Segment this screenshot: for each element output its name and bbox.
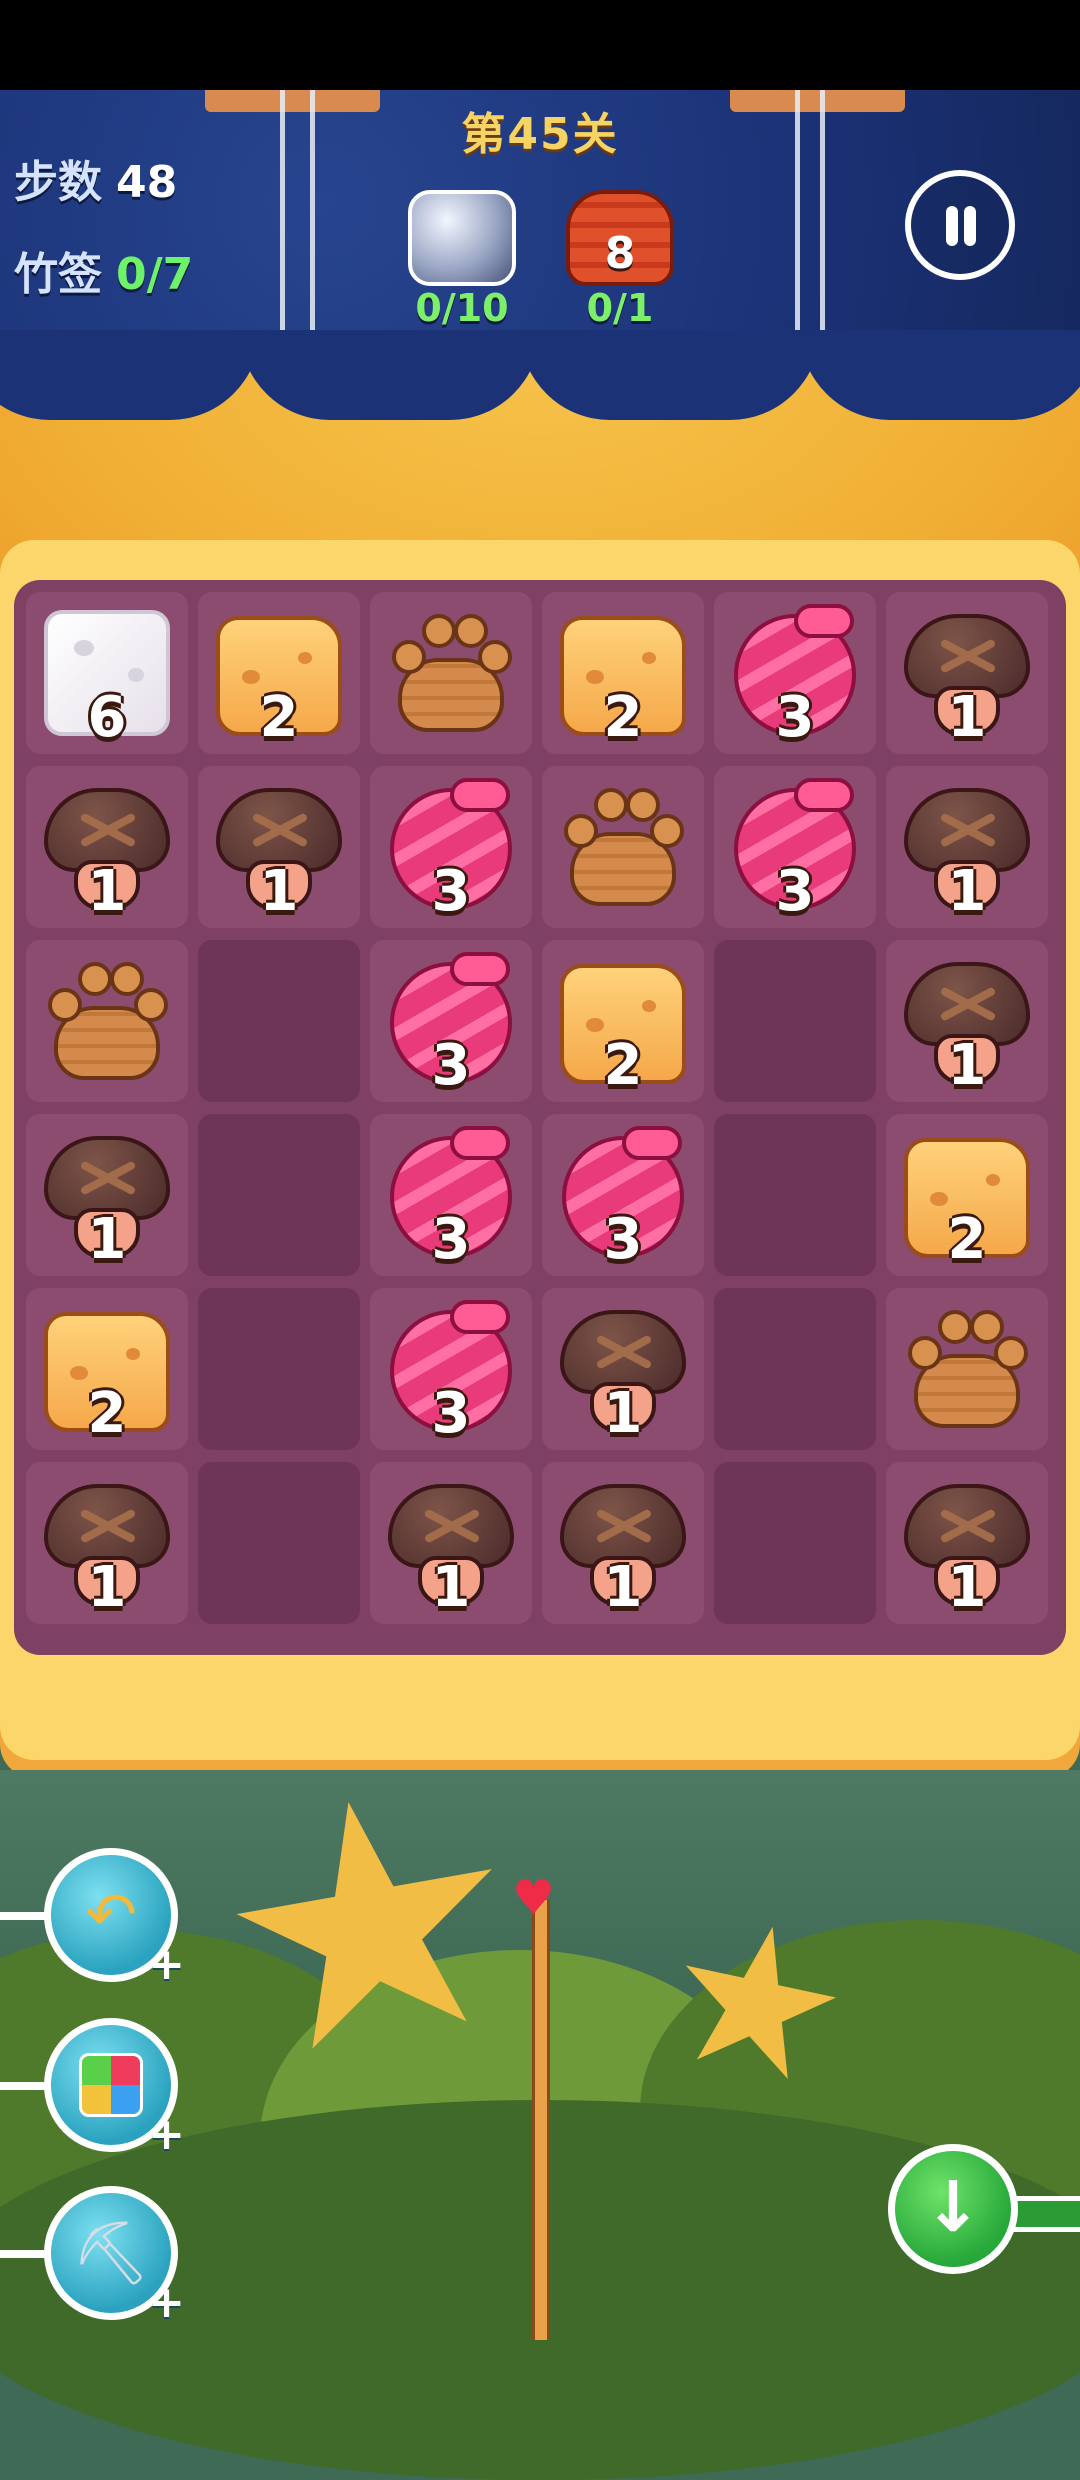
tile-number: 2: [947, 1207, 987, 1272]
status-bar: [0, 0, 1080, 90]
board-cell[interactable]: 1: [26, 766, 188, 928]
board-cell[interactable]: 1: [542, 1288, 704, 1450]
ice-ball-icon: [408, 190, 516, 286]
undo-arrow-icon: ↶: [85, 1878, 137, 1951]
drop-down-button[interactable]: ↓: [888, 2144, 1018, 2274]
board-cell[interactable]: [198, 1462, 360, 1624]
board-cell[interactable]: [714, 940, 876, 1102]
tile-number: 1: [947, 859, 987, 924]
paw-tile-icon: [378, 600, 524, 746]
moves-counter: 步数 48: [14, 146, 177, 210]
board-cell[interactable]: [714, 1114, 876, 1276]
down-arrow-icon: ↓: [923, 2166, 983, 2248]
target-cake: 8 0/1: [565, 190, 675, 330]
board-cell[interactable]: [198, 1114, 360, 1276]
tile-number: 1: [947, 685, 987, 750]
skewers-counter: 竹签 0/7: [14, 238, 193, 302]
tile-number: 6: [87, 685, 127, 750]
board-cell[interactable]: 1: [886, 940, 1048, 1102]
board-cell[interactable]: 3: [714, 766, 876, 928]
board-cell[interactable]: 1: [26, 1462, 188, 1624]
shovel-icon: ⛏: [71, 2216, 151, 2289]
paw-tile-icon: [550, 774, 696, 920]
tile-number: 3: [431, 859, 471, 924]
board-cell[interactable]: 3: [370, 1288, 532, 1450]
target-cake-count: 0/1: [586, 286, 654, 330]
board-cell[interactable]: 3: [370, 766, 532, 928]
booster-plus: +: [148, 1939, 185, 1990]
tile-number: 2: [603, 685, 643, 750]
skewers-label: 竹签: [14, 249, 102, 300]
board-cell[interactable]: 2: [542, 940, 704, 1102]
booster-plus: +: [148, 2109, 185, 2160]
board-cell[interactable]: 1: [542, 1462, 704, 1624]
board-cell[interactable]: 1: [26, 1114, 188, 1276]
progress-pole: [532, 1900, 550, 2340]
board-cell[interactable]: 3: [370, 940, 532, 1102]
tile-number: 2: [603, 1033, 643, 1098]
tile-number: 2: [87, 1381, 127, 1446]
tile-number: 3: [431, 1381, 471, 1446]
board-cell[interactable]: 1: [886, 766, 1048, 928]
board-cell[interactable]: 1: [886, 1462, 1048, 1624]
tile-number: 1: [947, 1555, 987, 1620]
board-cell[interactable]: [198, 940, 360, 1102]
board-cell[interactable]: 1: [198, 766, 360, 928]
cube-booster-button[interactable]: +: [44, 2018, 185, 2157]
tile-number: 2: [259, 685, 299, 750]
board-cell[interactable]: [886, 1288, 1048, 1450]
tile-number: 1: [603, 1381, 643, 1446]
tile-number: 1: [87, 1555, 127, 1620]
tile-number: 1: [87, 859, 127, 924]
board-cell[interactable]: 2: [26, 1288, 188, 1450]
board-cell[interactable]: [198, 1288, 360, 1450]
pause-button[interactable]: [905, 170, 1015, 280]
board-cell[interactable]: 2: [886, 1114, 1048, 1276]
paw-tile-icon: [894, 1296, 1040, 1442]
tile-number: 3: [775, 859, 815, 924]
moves-label: 步数: [14, 157, 102, 208]
board-cell[interactable]: 3: [542, 1114, 704, 1276]
heart-icon: ♥: [512, 1870, 556, 1926]
target-cake-badge: 8: [604, 228, 636, 279]
board-cell[interactable]: [714, 1462, 876, 1624]
rubik-cube-icon: [79, 2053, 143, 2117]
undo-booster-button[interactable]: ↶ +: [44, 1848, 185, 1987]
board-cell[interactable]: [542, 766, 704, 928]
moves-value: 48: [116, 157, 178, 208]
tile-number: 1: [603, 1555, 643, 1620]
board-cell[interactable]: [370, 592, 532, 754]
board-cell[interactable]: [26, 940, 188, 1102]
target-ice: 0/10: [407, 190, 517, 330]
board-cell[interactable]: 1: [886, 592, 1048, 754]
tile-number: 3: [775, 685, 815, 750]
skewers-value: 0/7: [116, 249, 194, 300]
red-cake-icon: 8: [566, 190, 674, 286]
board-cell[interactable]: 1: [370, 1462, 532, 1624]
tile-number: 1: [259, 859, 299, 924]
board-cell[interactable]: 2: [198, 592, 360, 754]
tile-number: 1: [431, 1555, 471, 1620]
tile-number: 1: [947, 1033, 987, 1098]
target-ice-count: 0/10: [415, 286, 509, 330]
shovel-booster-button[interactable]: ⛏ +: [44, 2186, 185, 2325]
tile-number: 3: [603, 1207, 643, 1272]
tile-number: 1: [87, 1207, 127, 1272]
go-button-rail: [1010, 2196, 1080, 2232]
board-cell[interactable]: 3: [714, 592, 876, 754]
game-board: 6 2 2 3 1 1 1 3 3 1 3 2 1 1 3 3 2 2 3 1 1 1 1 1: [14, 580, 1066, 1655]
board-cell[interactable]: [714, 1288, 876, 1450]
booster-plus: +: [148, 2277, 185, 2328]
board-cell[interactable]: 3: [370, 1114, 532, 1276]
tile-number: 3: [431, 1033, 471, 1098]
paw-tile-icon: [34, 948, 180, 1094]
tile-number: 3: [431, 1207, 471, 1272]
board-cell[interactable]: 6: [26, 592, 188, 754]
board-cell[interactable]: 2: [542, 592, 704, 754]
